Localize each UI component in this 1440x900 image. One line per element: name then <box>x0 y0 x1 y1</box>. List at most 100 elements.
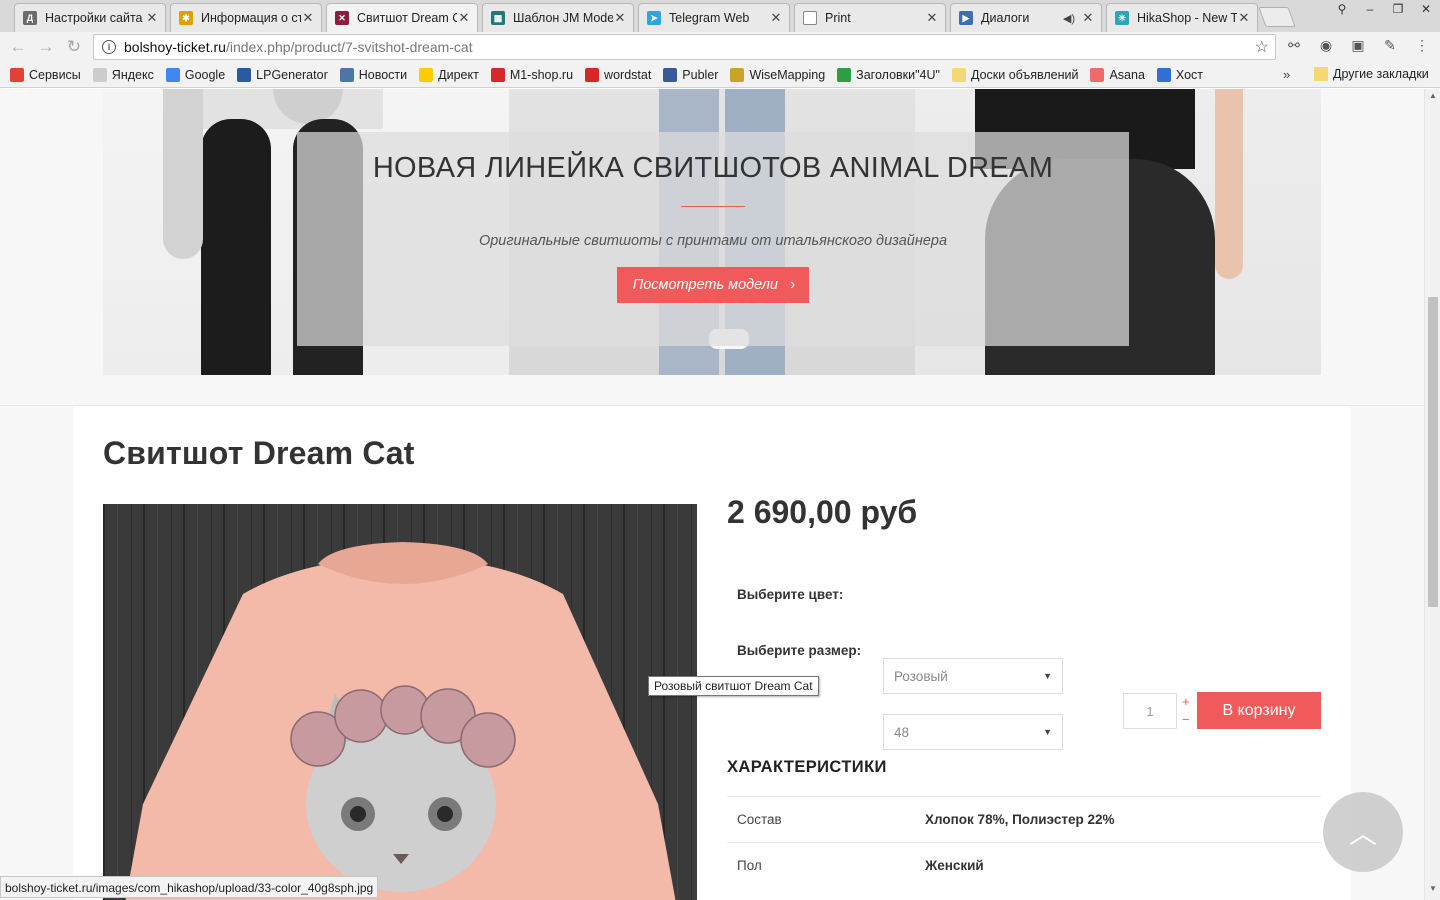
bookmark-label: Заголовки"4U" <box>856 67 940 82</box>
bookmark-item[interactable]: Asana <box>1090 67 1145 82</box>
view-models-button[interactable]: Посмотреть модели › <box>616 267 810 303</box>
menu-icon[interactable]: ⋮ <box>1411 37 1433 57</box>
bookmarks-bar: Сервисы Яндекс Google LPGenerator Новости Дир… <box>0 62 1440 88</box>
folder-icon <box>951 67 966 82</box>
tab-title: Telegram Web <box>669 11 750 25</box>
close-icon[interactable]: ✕ <box>301 10 315 26</box>
product-price: 2 690,00 руб <box>727 494 918 530</box>
product-card: Свитшот Dream Cat 2 690,00 руб Выберите … <box>73 406 1351 900</box>
close-icon[interactable]: ✕ <box>925 10 939 26</box>
restore-icon[interactable]: ❐ <box>1384 0 1412 18</box>
tab-title: Шаблон JM Mode <box>513 11 613 25</box>
close-icon[interactable]: ✕ <box>145 10 159 26</box>
forward-icon[interactable]: → <box>36 37 56 57</box>
eye-extension-icon[interactable]: ◉ <box>1315 37 1337 57</box>
browser-tab[interactable]: ✳ HikaShop - New T ✕ <box>1106 3 1258 32</box>
reload-icon[interactable]: ↻ <box>64 37 84 57</box>
quantity-decrease-button[interactable]: − <box>1182 712 1190 727</box>
close-icon[interactable]: ✕ <box>769 10 783 26</box>
bookmark-item[interactable]: LPGenerator <box>237 67 328 82</box>
bookmark-item[interactable]: Доски объявлений <box>951 67 1079 82</box>
close-icon[interactable]: ✕ <box>457 10 471 26</box>
color-select[interactable]: Розовый ▼ <box>883 658 1063 694</box>
close-icon[interactable]: ✕ <box>1237 10 1251 26</box>
m1-icon <box>490 67 505 82</box>
bookmark-item[interactable]: Google <box>165 67 226 82</box>
screenshot-extension-icon[interactable]: ▣ <box>1347 37 1369 57</box>
quantity-increase-button[interactable]: + <box>1182 694 1190 709</box>
browser-tab[interactable]: ▦ Шаблон JM Mode ✕ <box>482 3 634 32</box>
image-tooltip: Розовый свитшот Dream Cat <box>648 676 819 696</box>
publer-icon <box>663 67 678 82</box>
check-icon <box>1156 67 1171 82</box>
bookmark-item[interactable]: Хост <box>1156 67 1203 82</box>
bookmark-item[interactable]: Яндекс <box>92 67 154 82</box>
quantity-input[interactable]: 1 <box>1123 693 1177 729</box>
bookmark-label: Сервисы <box>29 67 81 82</box>
tab-title: Настройки сайта <box>45 11 143 25</box>
address-bar[interactable]: i bolshoy-ticket.ru/index.php/product/7-… <box>93 34 1276 60</box>
close-icon[interactable]: ✕ <box>1081 10 1095 26</box>
bookmark-item[interactable]: wordstat <box>585 67 651 82</box>
product-title: Свитшот Dream Cat <box>103 435 415 471</box>
scroll-up-icon[interactable]: ▲ <box>1428 91 1438 100</box>
scroll-to-top-button[interactable]: ︿ <box>1323 792 1403 872</box>
tab-title: Свитшот Dream C <box>357 11 457 25</box>
browser-tab[interactable]: ➤ Telegram Web ✕ <box>638 3 790 32</box>
banner-heading: НОВАЯ ЛИНЕЙКА СВИТШОТОВ ANIMAL DREAM <box>372 152 1054 184</box>
banner-subtitle: Оригинальные свитшоты с принтами от итал… <box>478 233 948 249</box>
bookmark-item[interactable]: Publer <box>663 67 719 82</box>
apps-icon <box>10 67 24 82</box>
new-tab-button[interactable] <box>1258 7 1296 27</box>
other-bookmarks-label: Другие закладки <box>1333 67 1429 81</box>
direct-icon <box>419 67 434 82</box>
product-image[interactable] <box>103 504 697 900</box>
scroll-thumb[interactable] <box>1428 297 1438 607</box>
browser-tab[interactable]: ▶ Диалоги ◀) ✕ <box>950 3 1102 32</box>
bookmark-item[interactable]: Заголовки"4U" <box>837 67 940 82</box>
lp-icon <box>237 67 252 82</box>
close-icon[interactable]: ✕ <box>613 10 627 26</box>
bookmark-label: Publer <box>682 67 719 82</box>
size-select[interactable]: 48 ▼ <box>883 714 1063 750</box>
minimize-icon[interactable]: – <box>1356 0 1384 18</box>
page-viewport: НОВАЯ ЛИНЕЙКА СВИТШОТОВ ANIMAL DREAM Ори… <box>0 89 1424 900</box>
bookmark-label: Доски объявлений <box>970 67 1079 82</box>
vk-icon <box>339 67 354 82</box>
other-bookmarks[interactable]: Другие закладки <box>1314 67 1429 81</box>
browser-tab-active[interactable]: ✕ Свитшот Dream C ✕ <box>326 3 478 32</box>
bookmark-star-icon[interactable]: ☆ <box>1255 37 1269 57</box>
specs-table: Состав Хлопок 78%, Полиэстер 22% Пол Жен… <box>727 796 1321 888</box>
folder-icon <box>1314 67 1328 81</box>
bookmark-item[interactable]: Новости <box>339 67 408 82</box>
bookmark-item[interactable]: M1-shop.ru <box>490 67 573 82</box>
speaker-icon[interactable]: ◀) <box>1063 12 1075 25</box>
page-scrollbar[interactable]: ▲ ▼ <box>1424 89 1440 900</box>
window-close-icon[interactable]: ✕ <box>1412 0 1440 18</box>
extension-icon[interactable]: ⚯ <box>1283 37 1305 57</box>
status-bar-url: bolshoy-ticket.ru/images/com_hikashop/up… <box>0 876 379 898</box>
asana-icon <box>1090 67 1105 82</box>
table-row: Состав Хлопок 78%, Полиэстер 22% <box>727 796 1321 842</box>
browser-tab[interactable]: ✱ Информация о ст ✕ <box>170 3 322 32</box>
info-icon[interactable]: i <box>102 40 116 54</box>
color-label: Выберите цвет: <box>737 587 844 602</box>
bookmark-label: Google <box>184 67 226 82</box>
product-photo <box>103 504 697 900</box>
browser-tab[interactable]: Print ✕ <box>794 3 946 32</box>
back-icon[interactable]: ← <box>8 37 28 57</box>
bookmark-item[interactable]: WiseMapping <box>730 67 825 82</box>
bookmark-item[interactable]: Сервисы <box>10 67 81 82</box>
tab-title: Диалоги <box>981 11 1030 25</box>
view-models-label: Посмотреть модели <box>632 277 778 293</box>
browser-tab[interactable]: Д Настройки сайта ✕ <box>14 3 166 32</box>
bookmark-item[interactable]: Директ <box>419 67 479 82</box>
profile-icon[interactable]: ⚲ <box>1328 0 1356 18</box>
tab-title: Print <box>825 11 851 25</box>
bookmark-label: Новости <box>358 67 408 82</box>
edit-extension-icon[interactable]: ✎ <box>1379 37 1401 57</box>
scroll-down-icon[interactable]: ▼ <box>1428 884 1438 893</box>
bookmarks-more-button[interactable]: » <box>1283 67 1290 82</box>
add-to-cart-button[interactable]: В корзину <box>1197 692 1321 729</box>
promo-banner: НОВАЯ ЛИНЕЙКА СВИТШОТОВ ANIMAL DREAM Ори… <box>103 89 1321 375</box>
